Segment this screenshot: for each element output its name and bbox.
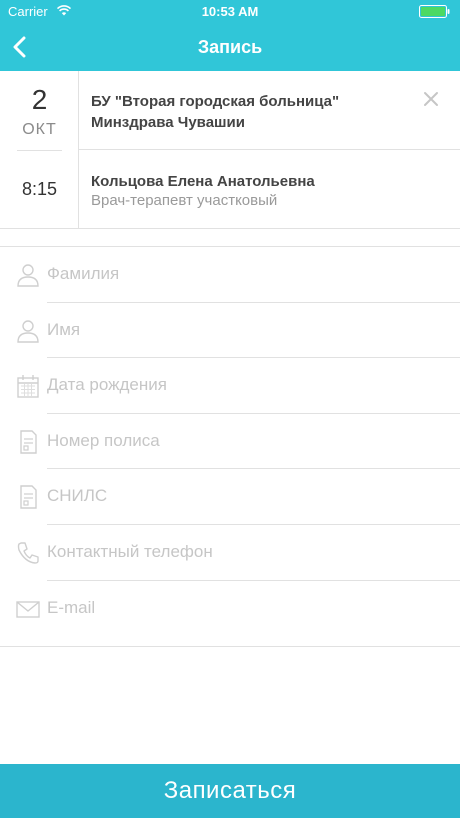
snils-input[interactable] [47,479,407,514]
nav-bar: Запись [0,24,460,71]
email-field-row [0,581,460,637]
hospital-name: БУ "Вторая городская больница" Минздрава… [91,93,340,131]
policy-field-row [0,414,460,470]
status-bar: Carrier 10:53 AM [0,0,460,24]
appointment-month: ОКТ [22,121,57,138]
close-icon[interactable] [423,91,439,107]
name-input[interactable] [47,312,407,347]
battery-icon [419,5,450,18]
email-input[interactable] [47,590,407,625]
phone-input[interactable] [47,534,407,569]
doctor-role: Врач-терапевт участковый [91,192,278,209]
person-icon [17,264,39,287]
calendar-icon [17,375,39,398]
snils-field-row [0,469,460,525]
birthdate-input[interactable] [47,368,407,403]
appointment-day: 2 [31,84,48,115]
birthdate-field-row [0,358,460,414]
card-divider [79,149,460,150]
policy-number-input[interactable] [47,423,407,458]
appointment-time: 8:15 [21,179,58,199]
patient-form [0,246,460,647]
document-icon [20,485,37,510]
mail-icon [16,600,40,618]
document-icon [20,430,37,454]
submit-button[interactable]: Записаться [0,764,460,818]
person-icon [17,319,39,343]
date-divider [17,150,62,151]
status-time: 10:53 AM [201,4,259,19]
appointment-card: 2 ОКТ 8:15 БУ "Вторая городская больница… [0,71,460,229]
phone-field-row [0,525,460,581]
phone-icon [17,542,39,564]
header: Carrier 10:53 AM Запись [0,0,460,71]
page-title: Запись [197,37,263,57]
surname-field-row [0,247,460,303]
surname-input[interactable] [47,257,407,291]
name-field-row [0,303,460,359]
date-column: 2 ОКТ 8:15 [0,71,79,228]
doctor-name: Кольцова Елена Анатольевна [91,173,315,190]
